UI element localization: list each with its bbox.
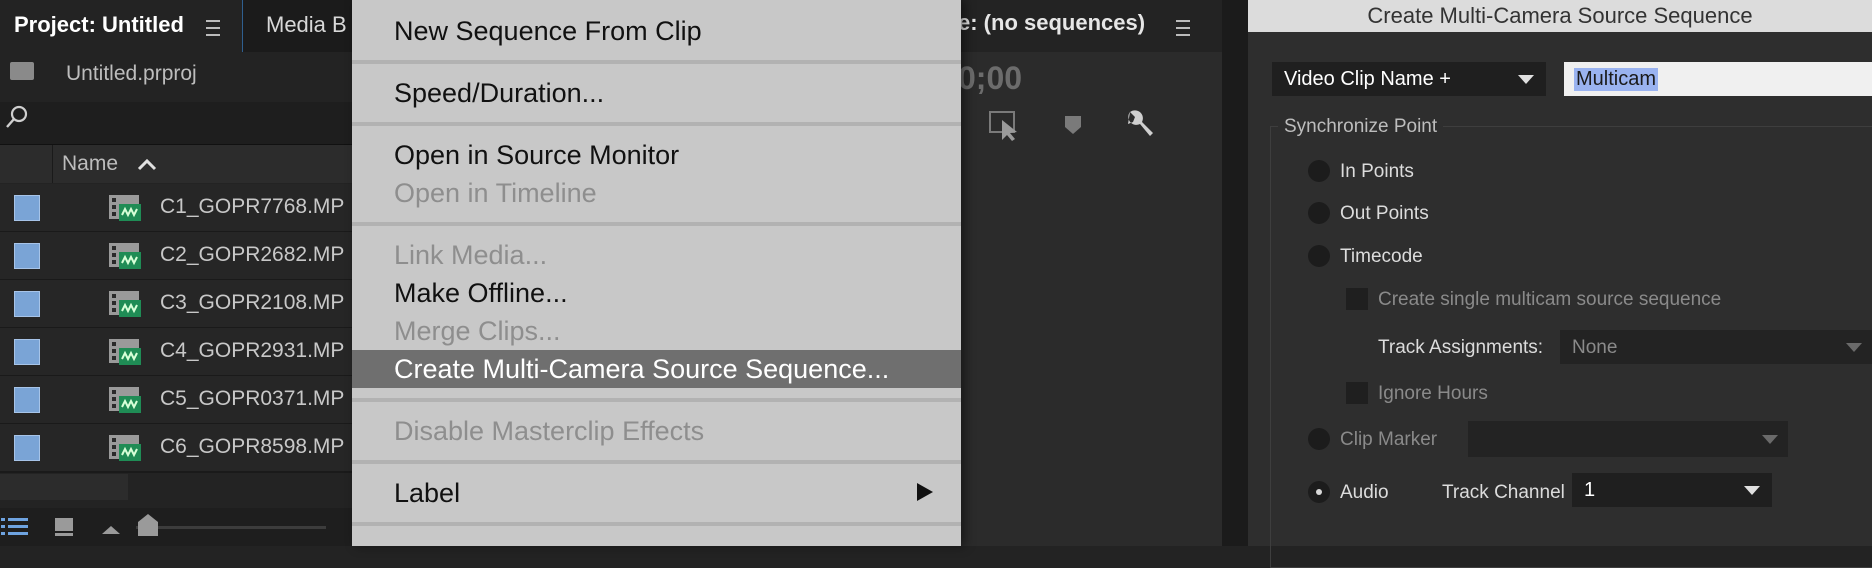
clip-name: C4_GOPR2931.MP: [160, 339, 345, 362]
audio-label: Audio: [1340, 482, 1389, 503]
program-panel-menu-icon[interactable]: [1176, 20, 1190, 36]
ignore-hours-label: Ignore Hours: [1378, 383, 1488, 404]
name-column-header[interactable]: Name: [62, 152, 118, 176]
clip-name: C1_GOPR7768.MP: [160, 195, 345, 218]
search-field[interactable]: [0, 102, 352, 145]
sequence-name-value: Multicam: [1574, 68, 1659, 91]
dialog-title-bar[interactable]: Create Multi-Camera Source Sequence: [1248, 0, 1872, 32]
sort-ascending-icon[interactable]: [136, 154, 158, 174]
dialog-title: Create Multi-Camera Source Sequence: [1367, 3, 1753, 28]
clip-name: C3_GOPR2108.MP: [160, 291, 345, 314]
horizontal-scrollbar[interactable]: [0, 474, 128, 500]
multicam-dialog-area: Create Multi-Camera Source Sequence Vide…: [1222, 0, 1872, 568]
menu-item-disable-masterclip-effects: Disable Masterclip Effects: [394, 416, 705, 446]
zoom-out-icon[interactable]: [100, 520, 122, 536]
clip-marker-label: Clip Marker: [1340, 429, 1438, 450]
list-item[interactable]: C1_GOPR7768.MP: [0, 184, 352, 233]
list-item[interactable]: C4_GOPR2931.MP: [0, 328, 352, 377]
checkbox-ignore-hours[interactable]: [1346, 382, 1368, 404]
label-color-swatch[interactable]: [14, 243, 40, 269]
track-channel-value: 1: [1584, 479, 1596, 501]
chevron-down-icon: [1846, 343, 1862, 352]
video-clip-icon: [109, 243, 141, 269]
menu-item-open-in-timeline: Open in Timeline: [394, 178, 597, 208]
video-clip-icon: [109, 435, 141, 461]
clip-name: C6_GOPR8598.MP: [160, 435, 345, 458]
radio-in-points[interactable]: [1308, 160, 1330, 182]
video-clip-icon: [109, 195, 141, 221]
clip-name: C2_GOPR2682.MP: [160, 243, 345, 266]
list-item[interactable]: C3_GOPR2108.MP: [0, 280, 352, 329]
menu-separator: [352, 222, 961, 226]
menu-separator: [352, 460, 961, 464]
project-panel: Project: Untitled Media B Untitled.prpro…: [0, 0, 352, 546]
icon-view-icon[interactable]: [52, 514, 78, 540]
menu-item-new-sequence-from-clip[interactable]: New Sequence From Clip: [352, 12, 961, 50]
label-color-swatch[interactable]: [14, 435, 40, 461]
menu-item-link-media: Link Media...: [394, 240, 548, 270]
video-clip-icon: [109, 339, 141, 365]
track-channel-dropdown[interactable]: 1: [1572, 473, 1772, 507]
menu-separator: [352, 122, 961, 126]
chevron-down-icon: [1518, 75, 1534, 84]
label-color-swatch[interactable]: [14, 387, 40, 413]
timecode-label: Timecode: [1340, 246, 1423, 267]
list-view-icon[interactable]: [0, 514, 32, 540]
panel-menu-icon[interactable]: [206, 20, 220, 36]
marker-icon[interactable]: [1062, 114, 1084, 136]
menu-separator: [352, 522, 961, 526]
radio-audio[interactable]: [1308, 481, 1330, 503]
menu-item-create-multicam-sequence[interactable]: Create Multi-Camera Source Sequence...: [352, 350, 961, 388]
radio-out-points[interactable]: [1308, 202, 1330, 224]
tab-project-label: Project: Untitled: [14, 12, 184, 37]
menu-separator: [352, 398, 961, 402]
track-assignments-dropdown[interactable]: None: [1560, 330, 1872, 364]
out-points-label: Out Points: [1340, 203, 1429, 224]
track-assignments-label: Track Assignments:: [1378, 337, 1544, 358]
tab-media-browser[interactable]: Media B: [266, 12, 347, 38]
label-color-swatch[interactable]: [14, 339, 40, 365]
track-channel-label: Track Channel: [1442, 482, 1565, 503]
sequence-name-field[interactable]: Multicam: [1564, 62, 1872, 96]
playhead-timecode[interactable]: 0;00: [958, 60, 1022, 97]
list-item[interactable]: C5_GOPR0371.MP: [0, 376, 352, 425]
chevron-down-icon: [1762, 435, 1778, 444]
sequence-name-dropdown[interactable]: Video Clip Name +: [1272, 62, 1546, 96]
chevron-down-icon: [1744, 486, 1760, 495]
tab-program-monitor[interactable]: e: (no sequences): [958, 10, 1145, 36]
menu-item-make-offline[interactable]: Make Offline...: [352, 274, 961, 312]
sequence-name-option: Video Clip Name +: [1284, 68, 1451, 90]
list-item[interactable]: C2_GOPR2682.MP: [0, 232, 352, 281]
column-divider: [52, 145, 53, 183]
synchronize-group-label: Synchronize Point: [1278, 116, 1444, 138]
radio-timecode[interactable]: [1308, 245, 1330, 267]
menu-item-open-in-source-monitor[interactable]: Open in Source Monitor: [352, 136, 961, 174]
list-item[interactable]: C6_GOPR8598.MP: [0, 424, 352, 473]
menu-item-speed-duration[interactable]: Speed/Duration...: [352, 74, 961, 112]
zoom-slider-handle[interactable]: [136, 512, 160, 538]
label-color-swatch[interactable]: [14, 291, 40, 317]
menu-separator: [352, 60, 961, 64]
video-clip-icon: [109, 387, 141, 413]
wrench-icon[interactable]: [1122, 108, 1156, 142]
dialog-body: Video Clip Name + Multicam Synchronize P…: [1248, 32, 1872, 568]
project-folder-icon: [10, 62, 34, 80]
checkbox-single-multicam-sequence[interactable]: [1346, 288, 1368, 310]
search-icon: [6, 105, 28, 128]
zoom-slider-track[interactable]: [136, 526, 326, 529]
video-clip-icon: [109, 291, 141, 317]
clip-marker-dropdown[interactable]: [1468, 421, 1788, 457]
radio-clip-marker[interactable]: [1308, 428, 1330, 450]
menu-item-merge-clips: Merge Clips...: [394, 316, 561, 346]
insert-overlay-icon[interactable]: [988, 110, 1022, 142]
menu-item-label[interactable]: Label: [352, 474, 961, 512]
context-menu: New Sequence From Clip Speed/Duration...…: [352, 0, 961, 546]
project-file-name: Untitled.prproj: [66, 62, 197, 85]
submenu-arrow-icon: [917, 483, 933, 501]
label-color-swatch[interactable]: [14, 195, 40, 221]
in-points-label: In Points: [1340, 161, 1414, 182]
track-assignments-value: None: [1572, 337, 1618, 358]
single-multicam-sequence-label: Create single multicam source sequence: [1378, 289, 1722, 310]
clip-name: C5_GOPR0371.MP: [160, 387, 345, 410]
